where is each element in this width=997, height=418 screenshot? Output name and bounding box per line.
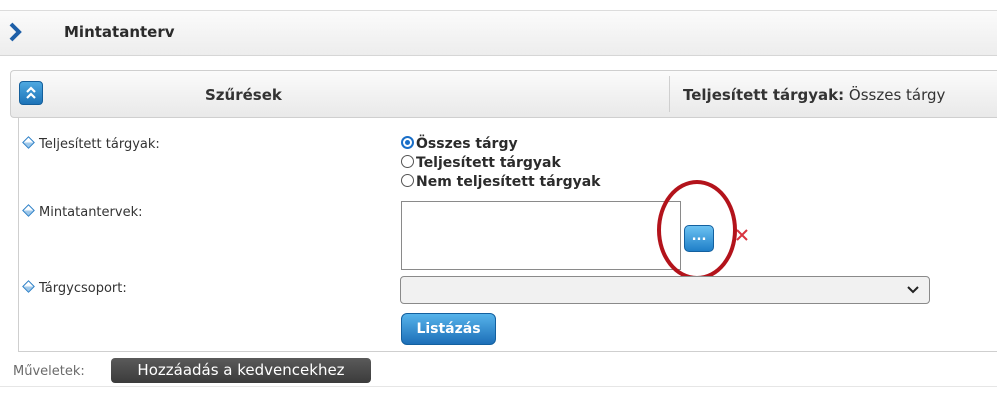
completed-subjects-radio-group: Összes tárgy Teljesített tárgyak Nem tel… — [401, 135, 600, 192]
subject-group-label-text: Tárgycsoport: — [39, 281, 127, 296]
collapse-filters-button[interactable] — [19, 81, 43, 105]
completed-subjects-label-text: Teljesített tárgyak: — [39, 137, 160, 152]
radio-option-completed[interactable]: Teljesített tárgyak — [401, 154, 600, 173]
list-button[interactable]: Listázás — [401, 313, 496, 345]
filters-title: Szűrések — [205, 86, 282, 104]
clear-x-icon[interactable] — [734, 227, 750, 243]
actions-label: Műveletek: — [13, 364, 85, 379]
add-to-favorites-button[interactable]: Hozzáadás a kedvencekhez — [111, 358, 371, 383]
curricula-label: Mintatantervek: — [22, 204, 143, 220]
subject-group-select[interactable] — [400, 276, 930, 304]
radio-button-selected[interactable] — [401, 136, 414, 149]
radio-option-label: Nem teljesített tárgyak — [416, 174, 601, 190]
header-divider — [669, 76, 670, 112]
filter-status-label: Teljesített tárgyak: — [683, 86, 845, 104]
diamond-bullet-icon — [22, 204, 35, 217]
filter-status: Teljesített tárgyak: Összes tárgy — [683, 86, 945, 104]
filter-status-value: Összes tárgy — [844, 86, 946, 104]
subject-group-label: Tárgycsoport: — [22, 280, 127, 296]
curricula-label-text: Mintatantervek: — [39, 205, 143, 220]
radio-option-label: Teljesített tárgyak — [416, 155, 561, 171]
double-chevron-up-icon — [26, 86, 36, 99]
chevron-right-icon — [9, 22, 22, 42]
browse-curricula-button[interactable]: ... — [684, 225, 714, 252]
radio-option-not-completed[interactable]: Nem teljesített tárgyak — [401, 173, 600, 192]
completed-subjects-label: Teljesített tárgyak: — [22, 136, 160, 152]
curricula-listbox[interactable] — [401, 201, 681, 270]
radio-button[interactable] — [401, 174, 414, 187]
page-title: Mintatanterv — [64, 23, 175, 41]
radio-option-all[interactable]: Összes tárgy — [401, 135, 600, 154]
radio-button[interactable] — [401, 155, 414, 168]
diamond-bullet-icon — [22, 280, 35, 293]
chevron-down-icon — [907, 286, 919, 294]
radio-option-label: Összes tárgy — [416, 136, 518, 152]
diamond-bullet-icon — [22, 136, 35, 149]
divider — [0, 386, 997, 387]
